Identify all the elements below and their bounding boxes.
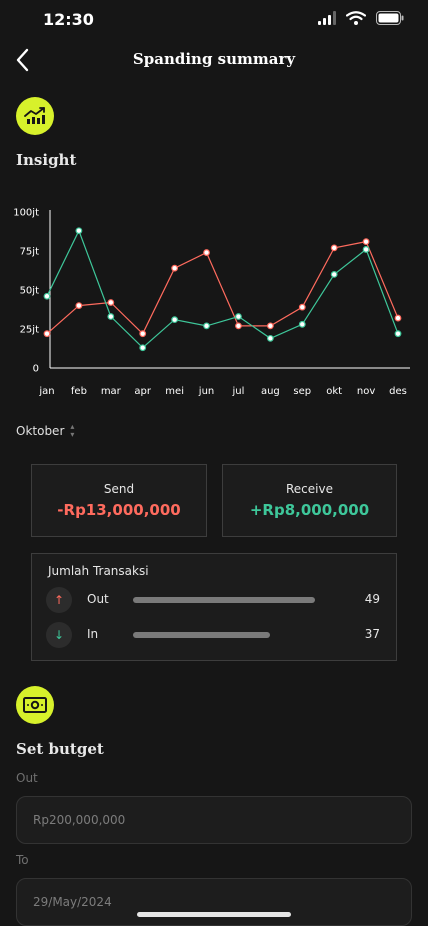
budget-to-label: To [16, 853, 29, 867]
page-title: Spanding summary [132, 50, 296, 68]
transaction-out-row: ↑ Out 49 [46, 587, 382, 613]
series-2-point [394, 330, 402, 338]
signal-icon [318, 11, 336, 25]
x-tick-label: nov [357, 386, 375, 397]
transaction-out-label: Out [87, 592, 109, 606]
receive-label: Receive [286, 482, 333, 496]
series-1-point [330, 244, 338, 252]
x-tick-label: sep [293, 386, 311, 397]
y-tick-label: 100jt [13, 208, 39, 219]
budget-out-label: Out [16, 771, 38, 785]
wifi-icon [346, 11, 366, 25]
insight-title: Insight [16, 151, 77, 169]
series-1-point [362, 238, 370, 246]
arrow-down-icon: ↓ [46, 622, 72, 648]
x-tick-label: mei [165, 386, 184, 397]
month-select[interactable]: Oktober ▴ ▾ [16, 423, 74, 439]
spending-line-chart: 0 25jt 50jt 75jt 100jt jan feb mar apr mei jun jul a… [13, 208, 410, 397]
status-icons [318, 11, 404, 25]
budget-date-input[interactable]: 29/May/2024 [16, 878, 412, 926]
series-1-point [394, 314, 402, 322]
series-1-point [107, 299, 115, 306]
series-1-point [139, 330, 147, 338]
x-tick-label: jun [198, 386, 214, 397]
transaction-out-count: 49 [364, 592, 380, 606]
series-2-point [203, 322, 210, 330]
top-bar: Spanding summary [0, 40, 428, 80]
series-1-point [235, 322, 242, 330]
series-2-point [171, 316, 179, 324]
money-icon [23, 697, 47, 713]
x-tick-label: apr [134, 386, 151, 397]
transaction-in-label: In [87, 627, 99, 641]
transaction-in-count: 37 [364, 627, 380, 641]
series-2-point [330, 270, 338, 278]
x-tick-label: feb [71, 386, 87, 397]
x-tick-label: jul [232, 386, 245, 397]
budget-amount-input[interactable]: Rp200,000,000 [16, 796, 412, 844]
receive-amount: +Rp8,000,000 [249, 501, 370, 519]
transaction-count-card: Jumlah Transaksi ↑ Out 49 ↓ In 37 [31, 553, 397, 661]
chart-trend-icon [24, 107, 45, 124]
x-tick-label: jan [38, 386, 54, 397]
series-1-point [75, 302, 83, 309]
insight-badge [16, 97, 54, 135]
series-2-point [75, 227, 83, 235]
series-2-point [107, 313, 115, 320]
series-2-point [298, 320, 306, 328]
receive-card: Receive +Rp8,000,000 [222, 464, 397, 537]
series-1-point [298, 303, 306, 311]
x-tick-label: aug [261, 386, 280, 397]
series-2-point [266, 334, 274, 342]
x-tick-label: okt [326, 386, 342, 397]
y-tick-label: 25jt [20, 325, 40, 336]
transaction-in-row: ↓ In 37 [46, 622, 382, 648]
month-select-value: Oktober [16, 424, 65, 438]
budget-badge [16, 686, 54, 724]
series-2-point [235, 313, 242, 320]
series-1-point [203, 249, 210, 256]
send-amount: -Rp13,000,000 [57, 501, 181, 519]
x-tick-label: mar [101, 386, 122, 397]
home-indicator [137, 912, 291, 917]
status-bar: 12:30 [0, 0, 428, 40]
series-2-point [43, 292, 51, 300]
series-2-point [362, 246, 370, 253]
battery-icon [376, 11, 404, 25]
budget-title: Set butget [16, 740, 104, 758]
status-time: 12:30 [43, 10, 94, 29]
transaction-count-title: Jumlah Transaksi [48, 564, 149, 578]
series-1-point [266, 322, 274, 330]
send-card: Send -Rp13,000,000 [31, 464, 207, 537]
send-label: Send [103, 482, 135, 496]
arrow-up-icon: ↑ [46, 587, 72, 613]
series-2-point [139, 344, 147, 352]
series-1-point [171, 264, 179, 272]
transaction-in-bar-fill [133, 632, 271, 638]
transaction-out-bar-fill [133, 597, 315, 603]
transaction-in-bar [133, 632, 315, 638]
y-tick-label: 75jt [20, 247, 40, 258]
y-tick-label: 50jt [20, 286, 40, 297]
chevron-up-down-icon: ▴ ▾ [70, 422, 75, 439]
series-1-point [43, 330, 51, 338]
x-tick-label: des [389, 386, 407, 397]
y-tick-label: 0 [33, 364, 39, 375]
transaction-out-bar [133, 597, 315, 603]
